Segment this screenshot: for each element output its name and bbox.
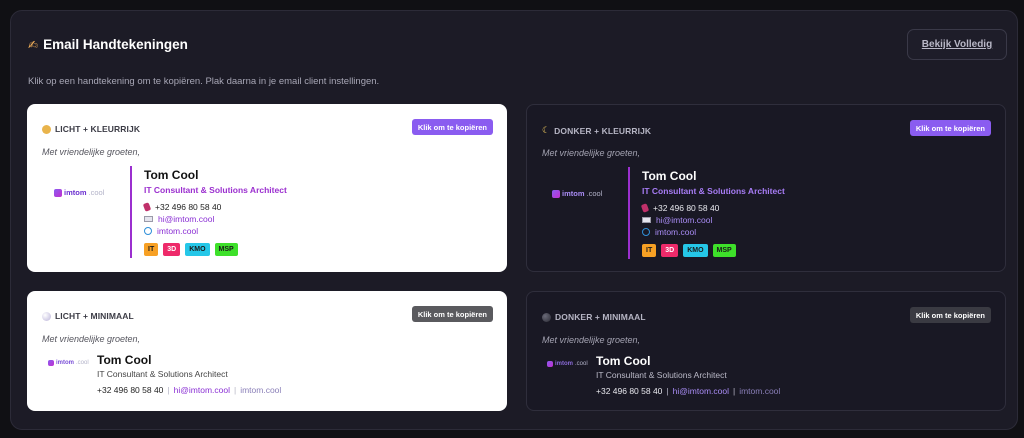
tag-list: IT 3D KMO MSP (144, 243, 238, 256)
panel-title-text: Email Handtekeningen (43, 37, 188, 52)
logo: imtom .cool (54, 188, 104, 197)
greeting: Met vriendelijke groeten, (542, 148, 641, 158)
copy-button[interactable]: Klik om te kopiëren (909, 307, 991, 323)
copy-button[interactable]: Klik om te kopiëren (411, 306, 493, 322)
signature-name: Tom Cool (97, 353, 152, 367)
card-label: DONKER + MINIMAAL (542, 312, 646, 322)
website-link[interactable]: imtom.cool (144, 226, 198, 236)
panel-subtitle: Klik op een handtekening om te kopiëren.… (28, 76, 380, 87)
panel-title: ✍ Email Handtekeningen (28, 37, 188, 52)
copy-button[interactable]: Klik om te kopiëren (909, 120, 991, 136)
signatures-panel: ✍ Email Handtekeningen Bekijk Volledig K… (10, 10, 1018, 430)
moon-icon: ☾ (542, 125, 551, 135)
mail-icon (144, 216, 153, 222)
logo: imtom .cool (547, 361, 588, 367)
contact-row: +32 496 80 58 40 | hi@imtom.cool | imtom… (596, 386, 780, 396)
greeting: Met vriendelijke groeten, (42, 147, 141, 157)
accent-bar (130, 166, 132, 258)
separator: | (666, 386, 669, 396)
tag-list: IT 3D KMO MSP (642, 244, 736, 257)
globe-icon (642, 228, 650, 236)
logo-mark-icon (547, 361, 553, 367)
tag: 3D (661, 244, 679, 257)
card-label: ☾ DONKER + KLEURRIJK (542, 125, 652, 136)
separator: | (732, 386, 736, 396)
website-link[interactable]: imtom.cool (240, 385, 281, 395)
tag: IT (144, 243, 159, 256)
signature-name: Tom Cool (642, 169, 697, 183)
phone-icon (142, 202, 152, 212)
phone-row: +32 496 80 58 40 (142, 202, 221, 212)
signature-role: IT Consultant & Solutions Architect (642, 186, 785, 196)
view-all-button[interactable]: Bekijk Volledig (907, 29, 1007, 60)
phone-row: +32 496 80 58 40 (640, 203, 719, 213)
greeting: Met vriendelijke groeten, (42, 334, 141, 344)
tag: IT (642, 244, 657, 257)
greeting: Met vriendelijke groeten, (542, 335, 641, 345)
contact-row: +32 496 80 58 40 | hi@imtom.cool | imtom… (97, 385, 281, 395)
signature-card-light-minimal[interactable]: LICHT + MINIMAAL Klik om te kopiëren Met… (27, 291, 507, 411)
tag: MSP (712, 244, 736, 257)
signature-name: Tom Cool (596, 354, 651, 368)
tag: MSP (214, 243, 238, 256)
signature-name: Tom Cool (144, 168, 199, 182)
email-link[interactable]: hi@imtom.cool (174, 385, 230, 395)
signature-card-dark-colorful[interactable]: ☾ DONKER + KLEURRIJK Klik om te kopiëren… (526, 104, 1006, 272)
logo: imtom .cool (552, 189, 602, 198)
copy-button[interactable]: Klik om te kopiëren (411, 119, 493, 135)
logo-mark-icon (54, 188, 62, 197)
website-link[interactable]: imtom.cool (642, 227, 696, 237)
mail-icon (642, 217, 651, 223)
signature-role: IT Consultant & Solutions Architect (97, 369, 228, 379)
tag: 3D (163, 243, 181, 256)
signature-role: IT Consultant & Solutions Architect (144, 185, 287, 195)
email-link[interactable]: hi@imtom.cool (673, 386, 729, 396)
card-label: LICHT + MINIMAAL (42, 311, 134, 321)
separator: | (167, 385, 170, 395)
email-link[interactable]: hi@imtom.cool (642, 215, 712, 225)
dark-circle-icon (542, 312, 551, 322)
writing-hand-icon: ✍ (28, 37, 39, 52)
signature-card-dark-minimal[interactable]: DONKER + MINIMAAL Klik om te kopiëren Me… (526, 291, 1006, 411)
separator: | (233, 385, 237, 395)
light-circle-icon (42, 311, 51, 321)
globe-icon (144, 227, 152, 235)
email-link[interactable]: hi@imtom.cool (144, 214, 214, 224)
tag: KMO (185, 243, 210, 256)
phone-text: +32 496 80 58 40 (596, 386, 663, 396)
signature-card-light-colorful[interactable]: LICHT + KLEURRIJK Klik om te kopiëren Me… (27, 104, 507, 272)
accent-bar (628, 167, 630, 259)
logo-mark-icon (552, 189, 560, 198)
palette-icon (42, 124, 51, 134)
logo-mark-icon (48, 360, 54, 366)
website-link[interactable]: imtom.cool (739, 386, 780, 396)
logo: imtom .cool (48, 360, 89, 366)
phone-text: +32 496 80 58 40 (97, 385, 164, 395)
tag: KMO (683, 244, 708, 257)
card-label: LICHT + KLEURRIJK (42, 124, 140, 134)
phone-icon (640, 203, 650, 213)
signature-role: IT Consultant & Solutions Architect (596, 370, 727, 380)
